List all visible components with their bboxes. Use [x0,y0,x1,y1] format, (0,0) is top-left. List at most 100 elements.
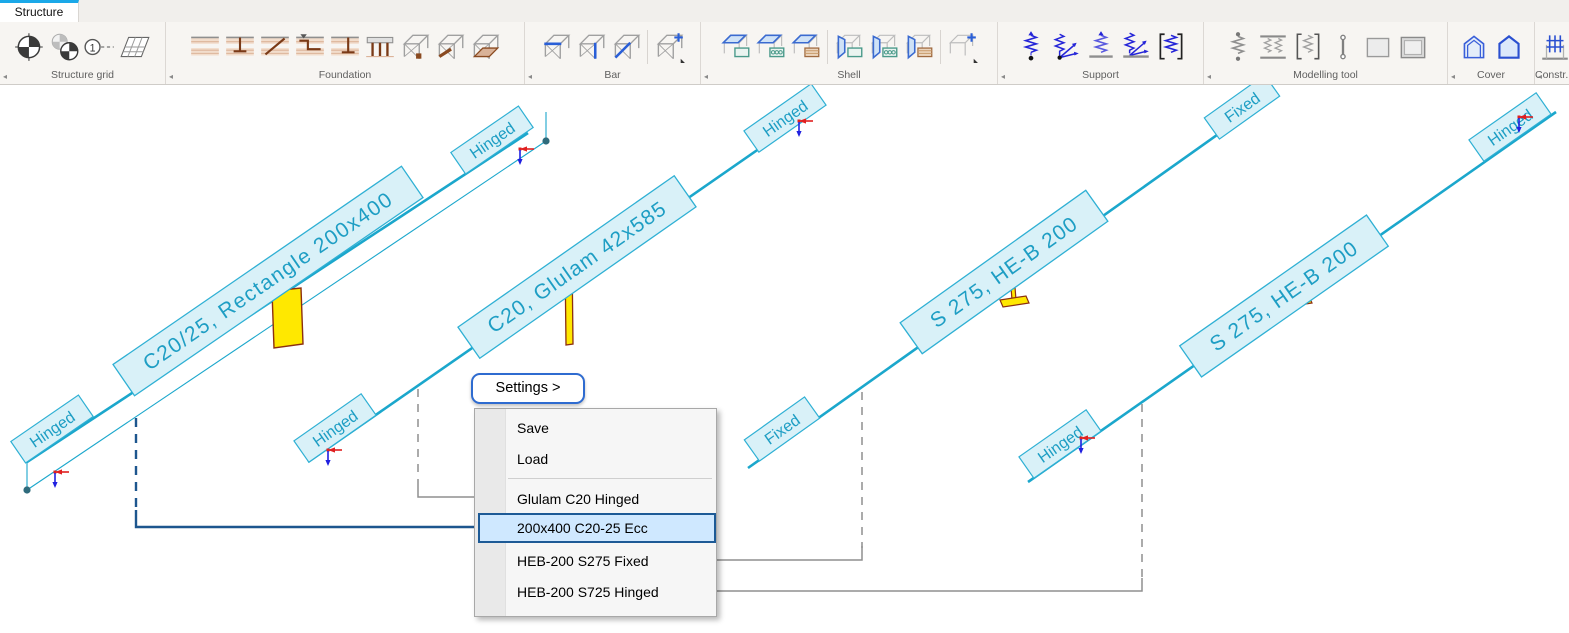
tab-structure[interactable]: Structure [0,0,79,22]
group-inner-separator [827,29,828,64]
svg-text:C20, Glulam 42x585: C20, Glulam 42x585 [483,197,671,338]
beam4-start-support-label: Hinged [1018,408,1102,480]
line-connection-icon[interactable] [1256,30,1290,64]
slope-foundation-icon[interactable] [258,30,292,64]
surface-support-icon[interactable] [1154,30,1188,64]
axis-icon[interactable] [83,30,117,64]
group-expander-icon[interactable]: ◂ [1538,70,1542,83]
ribbon-group-label: ◂ Shell [704,69,861,83]
beam-1[interactable]: C20/25, Rectangle 200x400 Hinged Hinged [10,105,550,494]
timber-plate-icon[interactable] [789,30,823,64]
local-axis-icon [1077,434,1096,455]
ribbon-group-label: ◂Constr... [1535,69,1569,83]
truss-icon[interactable] [609,30,643,64]
ribbon-group-label: ◂ Cover [1451,69,1505,83]
ribbon-group-bar: ◂ Bar [525,22,701,84]
cover-solid-icon[interactable] [1492,30,1526,64]
shell-more-icon[interactable] [945,30,979,64]
menu-item-200x400-c20-25-ecc-highlighted[interactable]: 200x400 C20-25 Ecc [478,513,716,543]
ribbon: ◂ Structure grid ◂ Foundation ◂ Bar ◂ Shell ◂ Sup… [0,22,1569,85]
hollow-core-wall-icon[interactable] [867,30,901,64]
bar-more-icon[interactable] [652,30,686,64]
group-expander-icon[interactable]: ◂ [1207,70,1211,83]
diaphragm-icon[interactable] [1396,30,1430,64]
menu-item-heb-200-s725-hinged[interactable]: HEB-200 S725 Hinged [475,578,716,606]
pile-foundation-icon[interactable] [363,30,397,64]
beam-icon[interactable] [539,30,573,64]
wall-icon[interactable] [832,30,866,64]
group-expander-icon[interactable]: ◂ [528,70,532,83]
foundation-slab-icon[interactable] [468,30,502,64]
ribbon-group-shell: ◂ Shell [701,22,998,84]
group-expander-icon[interactable]: ◂ [1451,70,1455,83]
local-axis-icon [51,468,70,489]
beam3-name-label: S 275, HE-B 200 [899,189,1109,355]
structural-grid-icon[interactable] [13,30,47,64]
wall-foundation-icon[interactable] [433,30,467,64]
beam-4[interactable]: S 275, HE-B 200 Hinged Hinged [1018,91,1557,484]
hollow-core-plate-icon[interactable] [754,30,788,64]
local-axis-icon [795,117,814,138]
beam1-start-support-label: Hinged [10,394,94,464]
point-support-group-icon[interactable] [1049,30,1083,64]
menu-item-load[interactable]: Load [475,445,716,473]
settings-menu: Save Load Glulam C20 Hinged 200x400 C20-… [474,408,717,617]
isolated-foundation-icon[interactable] [398,30,432,64]
beam1-name-label: C20/25, Rectangle 200x400 [112,165,424,397]
svg-text:S 275, HE-B 200: S 275, HE-B 200 [926,212,1082,333]
ribbon-group-structure-grid: ◂ Structure grid [0,22,166,84]
beam1-end-support-label: Hinged [450,105,534,175]
beam4-end-support-label: Hinged [1468,91,1552,163]
group-expander-icon[interactable]: ◂ [169,70,173,83]
line-support-icon[interactable] [1084,30,1118,64]
svg-text:C20/25, Rectangle 200x400: C20/25, Rectangle 200x400 [139,188,398,376]
group-expander-icon[interactable]: ◂ [1001,70,1005,83]
ribbon-group-modelling-tool: ◂ Modelling tool [1204,22,1448,84]
plate-icon[interactable] [719,30,753,64]
local-axis-icon [324,446,343,467]
construction-grid-icon[interactable] [1538,30,1569,64]
ribbon-group-label: ◂ Foundation [169,69,372,83]
ribbon-tab-bar: Structure [0,0,1569,22]
point-support-icon[interactable] [1014,30,1048,64]
grid-copy-icon[interactable] [48,30,82,64]
beam3-start-support-label: Fixed [743,396,821,462]
ribbon-group-label: ◂ Support [1001,69,1119,83]
menu-separator [508,478,712,479]
fictitious-shell-icon[interactable] [1361,30,1395,64]
ribbon-group-label: ◂ Modelling tool [1207,69,1358,83]
column-icon[interactable] [574,30,608,64]
point-connection-icon[interactable] [1221,30,1255,64]
wall-footing-icon[interactable] [328,30,362,64]
group-expander-icon[interactable]: ◂ [704,70,708,83]
model-canvas[interactable]: C20/25, Rectangle 200x400 Hinged Hinged … [0,0,1569,633]
node-dot[interactable] [23,486,31,494]
excavation-icon[interactable] [293,30,327,64]
menu-item-save[interactable]: Save [475,414,716,442]
node-dot[interactable] [542,137,550,145]
menu-item-heb-200-s275-fixed[interactable]: HEB-200 S275 Fixed [475,547,716,575]
local-axis-icon [516,145,535,166]
line-support-group-icon[interactable] [1119,30,1153,64]
surface-connection-icon[interactable] [1291,30,1325,64]
ribbon-group-foundation: ◂ Foundation [166,22,525,84]
timber-wall-icon[interactable] [902,30,936,64]
fictitious-bar-icon[interactable] [1326,30,1360,64]
grid-plane-icon[interactable] [118,30,152,64]
group-expander-icon[interactable]: ◂ [3,70,7,83]
menu-item-glulam-c20-hinged[interactable]: Glulam C20 Hinged [475,485,716,513]
beam4-name-label: S 275, HE-B 200 [1178,214,1390,378]
ribbon-group-label: ◂ Bar [528,69,621,83]
beam2-end-support-label: Hinged [743,82,827,154]
ribbon-group-constr-: ◂Constr... [1535,22,1569,84]
ribbon-group-support: ◂ Support [998,22,1204,84]
settings-button[interactable]: Settings > [471,373,585,404]
ribbon-group-cover: ◂ Cover [1448,22,1535,84]
group-inner-separator [647,29,648,64]
svg-text:S 275, HE-B 200: S 275, HE-B 200 [1206,237,1363,357]
beam-3[interactable]: S 275, HE-B 200 Fixed Fixed [743,74,1281,470]
ribbon-group-label: ◂ Structure grid [3,69,115,83]
strip-foundation-icon[interactable] [188,30,222,64]
pad-foundation-icon[interactable] [223,30,257,64]
cover-icon[interactable] [1457,30,1491,64]
